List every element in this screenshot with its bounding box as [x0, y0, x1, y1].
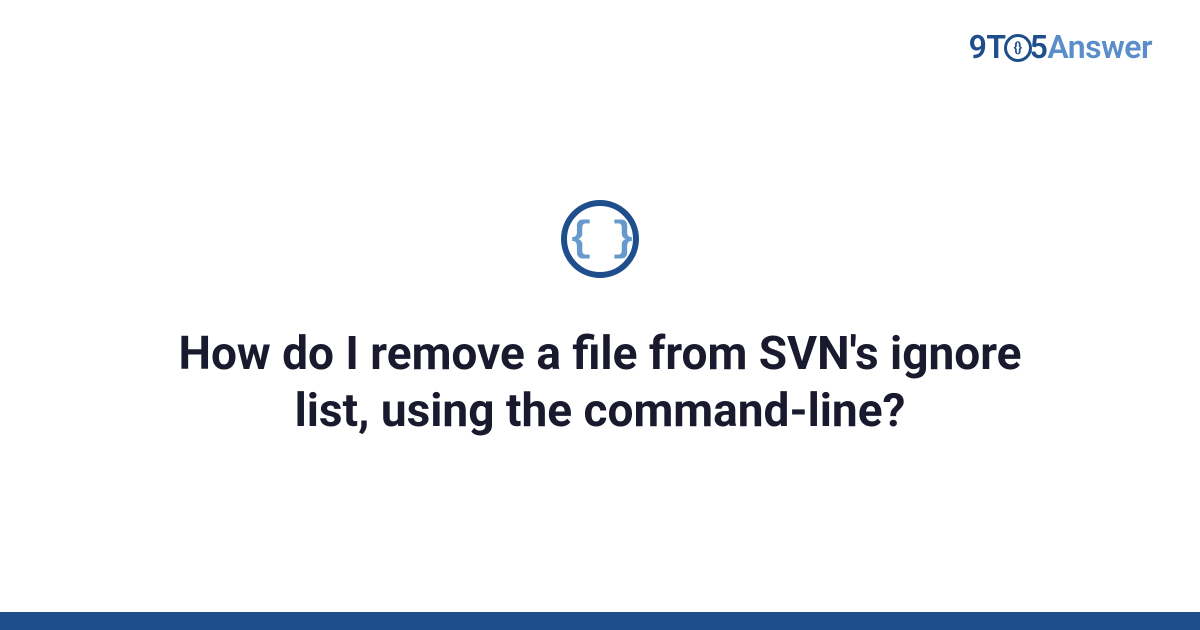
footer-accent-bar — [0, 612, 1200, 630]
main-content: { } How do I remove a file from SVN's ig… — [0, 0, 1200, 610]
question-title: How do I remove a file from SVN's ignore… — [120, 326, 1080, 441]
code-braces-icon: { } — [568, 215, 632, 263]
category-icon-circle: { } — [561, 200, 639, 278]
